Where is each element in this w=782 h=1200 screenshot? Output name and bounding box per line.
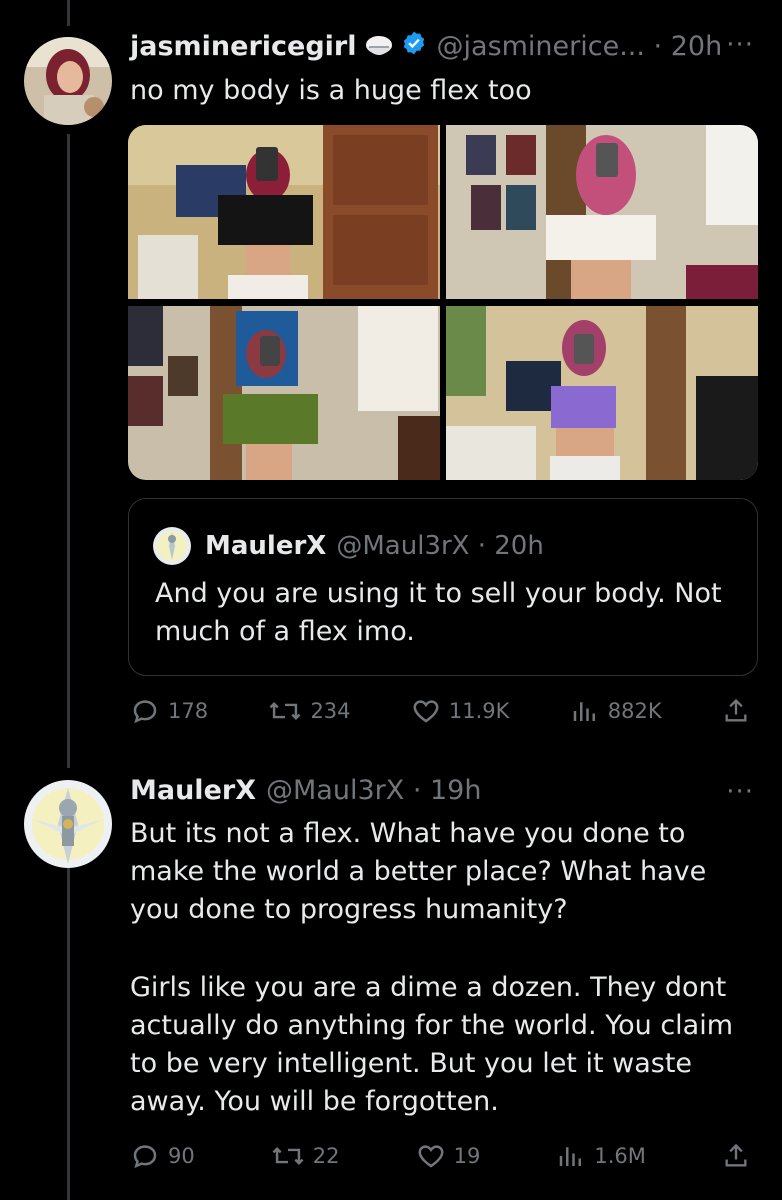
thread-line <box>67 134 70 768</box>
views-icon <box>573 702 595 721</box>
heart-icon <box>418 1145 444 1168</box>
reply-retweet-button[interactable]: 22 <box>271 1141 340 1171</box>
photo-1[interactable] <box>128 125 440 300</box>
quoted-avatar <box>153 527 191 565</box>
verified-badge-icon <box>401 30 427 63</box>
thread-line-top <box>67 0 70 26</box>
photo-2[interactable] <box>446 125 758 300</box>
views-icon <box>560 1147 582 1166</box>
display-name[interactable]: jasminericegirl <box>130 31 357 62</box>
reply-icon <box>133 700 157 724</box>
reply-action-bar: 90 22 19 1.6M <box>130 1138 750 1174</box>
photo-4[interactable] <box>446 305 758 481</box>
reply-retweet-count: 22 <box>312 1144 340 1168</box>
reply-views-count: 1.6M <box>594 1144 646 1168</box>
reply-share-button[interactable] <box>722 1141 750 1171</box>
quoted-handle-time: @Maul3rX · 20h <box>336 531 544 561</box>
reply-more-options-icon[interactable]: ··· <box>726 777 754 807</box>
reply-text-paragraph-1: But its not a flex. What have you done t… <box>130 818 707 925</box>
quoted-tweet[interactable]: MaulerX @Maul3rX · 20h And you are using… <box>128 498 758 676</box>
tweet-header: jasminericegirl @jasminerice... · 20h <box>130 30 722 63</box>
share-button[interactable] <box>722 696 750 726</box>
more-options-icon[interactable]: ··· <box>726 30 754 60</box>
rice-bowl-icon <box>363 33 395 61</box>
reply-icon <box>133 1145 157 1169</box>
tweet-text: no my body is a huge flex too <box>130 75 532 106</box>
reply-header: MaulerX @Maul3rX · 19h <box>130 775 481 806</box>
like-count: 11.9K <box>448 699 510 723</box>
like-button[interactable]: 11.9K <box>411 696 510 726</box>
quoted-display-name: MaulerX <box>205 531 327 561</box>
share-icon <box>725 1143 747 1167</box>
reply-text-paragraph-2: Girls like you are a dime a dozen. They … <box>130 972 734 1117</box>
share-icon <box>725 698 747 722</box>
heart-icon <box>413 700 439 723</box>
reply-views-button[interactable]: 1.6M <box>556 1141 646 1171</box>
quoted-tweet-header: MaulerX @Maul3rX · 20h <box>153 527 544 565</box>
reply-like-button[interactable]: 19 <box>416 1141 481 1171</box>
reply-count: 178 <box>168 699 209 723</box>
reply-reply-button[interactable]: 90 <box>130 1141 195 1171</box>
quoted-tweet-text: And you are using it to sell your body. … <box>155 578 722 647</box>
views-button[interactable]: 882K <box>570 696 662 726</box>
retweet-icon <box>272 1146 304 1166</box>
action-bar: 178 234 11.9K 882K <box>130 693 750 729</box>
retweet-button[interactable]: 234 <box>268 696 351 726</box>
reply-handle-time[interactable]: @Maul3rX · 19h <box>266 775 481 806</box>
reply-reply-count: 90 <box>168 1144 195 1168</box>
retweet-icon <box>270 701 301 721</box>
retweet-count: 234 <box>310 699 351 723</box>
media-grid[interactable] <box>128 125 758 480</box>
reply-like-count: 19 <box>453 1144 481 1168</box>
handle-time[interactable]: @jasminerice... · 20h <box>437 31 723 62</box>
reply-button[interactable]: 178 <box>130 696 208 726</box>
photo-3[interactable] <box>128 305 440 481</box>
avatar[interactable] <box>24 37 112 125</box>
reply-display-name[interactable]: MaulerX <box>130 775 256 806</box>
thread-line-bottom <box>67 852 70 1200</box>
views-count: 882K <box>607 699 662 723</box>
reply-avatar[interactable] <box>24 780 112 868</box>
